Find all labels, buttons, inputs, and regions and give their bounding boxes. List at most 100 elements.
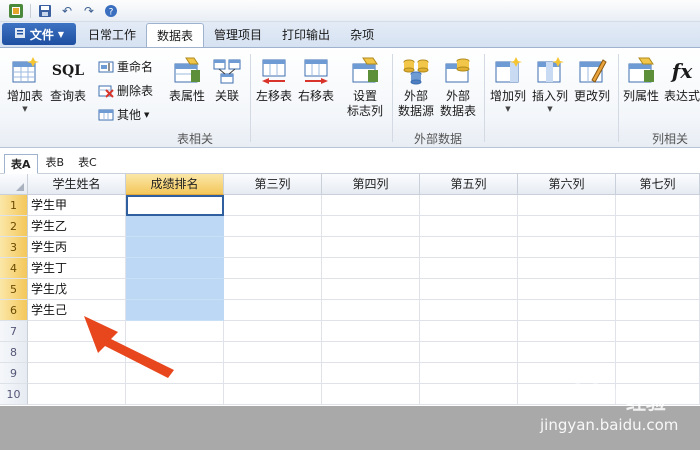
grid-cell[interactable] (420, 216, 518, 237)
column-header[interactable]: 第五列 (420, 174, 518, 195)
grid-cell[interactable] (126, 258, 224, 279)
change-column-button[interactable]: 更改列 (572, 56, 612, 104)
grid-cell[interactable] (126, 195, 224, 216)
grid-cell[interactable] (518, 195, 616, 216)
delete-table-button[interactable]: 删除表 (98, 82, 153, 99)
grid-cell[interactable] (126, 237, 224, 258)
grid-cell[interactable] (322, 300, 420, 321)
row-header[interactable]: 10 (0, 384, 28, 405)
grid-cell[interactable] (518, 237, 616, 258)
grid-cell[interactable] (322, 384, 420, 405)
grid-cell[interactable] (322, 279, 420, 300)
external-table-button[interactable]: 外部 数据表 (438, 56, 478, 119)
app-icon[interactable] (8, 3, 24, 19)
sheet-tab-b[interactable]: 表B (40, 153, 71, 173)
grid-cell[interactable] (420, 321, 518, 342)
grid-cell[interactable] (616, 195, 700, 216)
column-header[interactable]: 第三列 (224, 174, 322, 195)
undo-icon[interactable]: ↶ (59, 3, 75, 19)
name-cell[interactable] (28, 384, 126, 405)
grid-cell[interactable] (518, 321, 616, 342)
row-header[interactable]: 9 (0, 363, 28, 384)
grid-cell[interactable] (224, 300, 322, 321)
name-cell[interactable]: 学生乙 (28, 216, 126, 237)
expression-column-button[interactable]: fx 表达式 (664, 56, 700, 104)
grid-cell[interactable] (420, 237, 518, 258)
sheet-tab-a[interactable]: 表A (4, 154, 38, 174)
grid-cell[interactable] (224, 216, 322, 237)
grid-cell[interactable] (126, 384, 224, 405)
grid-cell[interactable] (126, 216, 224, 237)
other-button[interactable]: 其他 ▼ (98, 106, 149, 123)
grid-cell[interactable] (420, 300, 518, 321)
grid-cell[interactable] (518, 279, 616, 300)
external-source-button[interactable]: 外部 数据源 (396, 56, 436, 119)
row-header[interactable]: 8 (0, 342, 28, 363)
grid-cell[interactable] (616, 342, 700, 363)
rename-button[interactable]: 重命名 (98, 58, 153, 75)
grid-cell[interactable] (224, 195, 322, 216)
tab-data-table[interactable]: 数据表 (146, 23, 205, 47)
set-flag-column-button[interactable]: 设置 标志列 (344, 56, 386, 119)
select-all-corner[interactable] (0, 174, 28, 195)
grid-cell[interactable] (224, 321, 322, 342)
column-header[interactable]: 成绩排名 (126, 174, 224, 195)
add-table-button[interactable]: 增加表 ▼ (6, 56, 44, 114)
grid-cell[interactable] (224, 279, 322, 300)
insert-column-button[interactable]: 插入列 ▼ (530, 56, 570, 114)
redo-icon[interactable]: ↷ (81, 3, 97, 19)
move-right-button[interactable]: 右移表 (296, 56, 336, 104)
grid-cell[interactable] (518, 216, 616, 237)
grid-cell[interactable] (126, 279, 224, 300)
grid-cell[interactable] (616, 237, 700, 258)
grid-cell[interactable] (322, 237, 420, 258)
name-cell[interactable]: 学生丙 (28, 237, 126, 258)
grid-cell[interactable] (616, 300, 700, 321)
tab-manage-project[interactable]: 管理项目 (204, 23, 272, 47)
name-cell[interactable]: 学生丁 (28, 258, 126, 279)
sheet-tab-c[interactable]: 表C (72, 153, 103, 173)
grid-cell[interactable] (518, 300, 616, 321)
file-menu-button[interactable]: 文件 ▼ (2, 23, 76, 45)
row-header[interactable]: 2 (0, 216, 28, 237)
row-header[interactable]: 4 (0, 258, 28, 279)
grid-cell[interactable] (420, 342, 518, 363)
table-properties-button[interactable]: 表属性 (166, 56, 208, 104)
row-header[interactable]: 3 (0, 237, 28, 258)
column-header[interactable]: 第六列 (518, 174, 616, 195)
grid-cell[interactable] (616, 321, 700, 342)
grid-cell[interactable] (420, 363, 518, 384)
grid-cell[interactable] (322, 195, 420, 216)
tab-print-output[interactable]: 打印输出 (272, 23, 340, 47)
grid-cell[interactable] (224, 384, 322, 405)
grid-cell[interactable] (224, 363, 322, 384)
grid-cell[interactable] (616, 258, 700, 279)
grid-cell[interactable] (322, 216, 420, 237)
column-header[interactable]: 学生姓名 (28, 174, 126, 195)
grid-cell[interactable] (616, 279, 700, 300)
link-button[interactable]: 关联 (210, 56, 244, 104)
grid-cell[interactable] (322, 363, 420, 384)
save-icon[interactable] (37, 3, 53, 19)
grid-cell[interactable] (616, 216, 700, 237)
grid-cell[interactable] (420, 279, 518, 300)
grid-cell[interactable] (322, 258, 420, 279)
add-column-button[interactable]: 增加列 ▼ (488, 56, 528, 114)
grid-cell[interactable] (322, 342, 420, 363)
move-left-button[interactable]: 左移表 (254, 56, 294, 104)
grid-cell[interactable] (224, 342, 322, 363)
column-properties-button[interactable]: 列属性 (620, 56, 662, 104)
query-table-button[interactable]: SQL 查询表 (48, 56, 88, 104)
row-header[interactable]: 5 (0, 279, 28, 300)
row-header[interactable]: 1 (0, 195, 28, 216)
column-header[interactable]: 第四列 (322, 174, 420, 195)
name-cell[interactable]: 学生戊 (28, 279, 126, 300)
name-cell[interactable]: 学生甲 (28, 195, 126, 216)
column-header[interactable]: 第七列 (616, 174, 700, 195)
help-icon[interactable]: ? (103, 3, 119, 19)
grid-cell[interactable] (224, 237, 322, 258)
grid-cell[interactable] (420, 258, 518, 279)
grid-cell[interactable] (420, 195, 518, 216)
grid-cell[interactable] (518, 342, 616, 363)
tab-daily-work[interactable]: 日常工作 (78, 23, 146, 47)
